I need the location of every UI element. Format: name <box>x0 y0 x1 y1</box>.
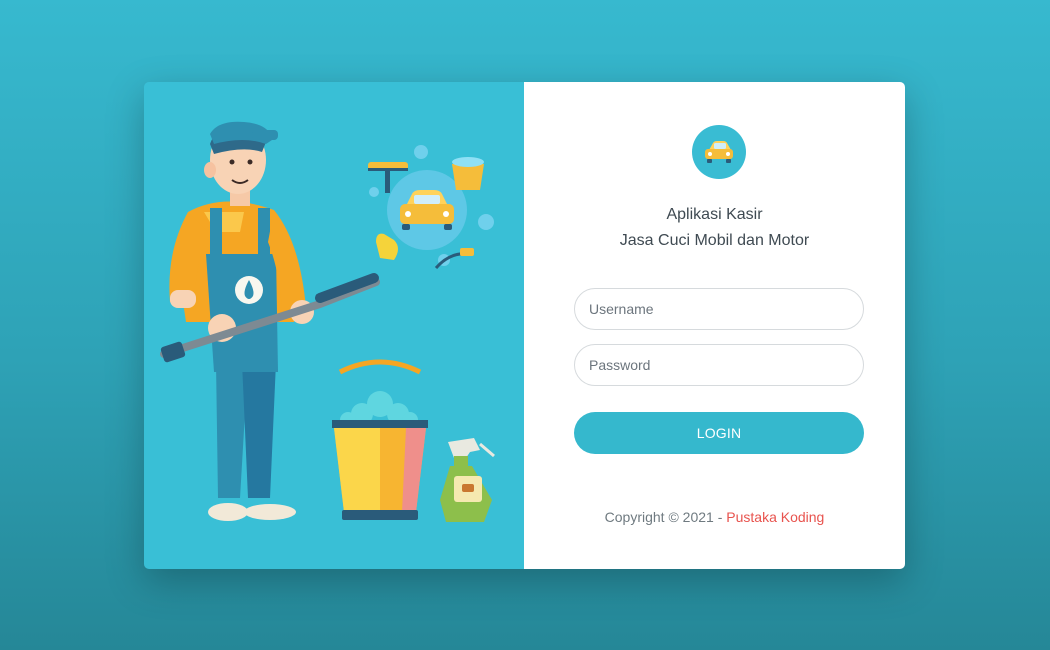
illustration-panel <box>144 82 524 569</box>
title-line-1: Aplikasi Kasir <box>666 206 763 223</box>
username-input[interactable] <box>574 288 864 330</box>
password-input[interactable] <box>574 344 864 386</box>
app-logo <box>692 125 746 179</box>
car-wash-icons-cluster <box>368 145 494 270</box>
login-button[interactable]: LOGIN <box>574 412 864 454</box>
bucket-icon <box>332 359 428 520</box>
spray-bottle-icon <box>440 438 495 522</box>
login-card: Aplikasi Kasir Jasa Cuci Mobil dan Motor… <box>144 82 905 569</box>
page-title: Aplikasi Kasir Jasa Cuci Mobil dan Motor <box>524 202 905 254</box>
car-wash-worker-illustration <box>160 121 495 522</box>
copyright-text: Copyright © 2021 - <box>604 509 727 525</box>
bucket-icon <box>452 157 484 190</box>
glove-icon <box>376 233 398 260</box>
title-line-2: Jasa Cuci Mobil dan Motor <box>619 232 810 249</box>
login-panel: Aplikasi Kasir Jasa Cuci Mobil dan Motor… <box>524 82 905 569</box>
car-icon <box>705 141 733 163</box>
pustaka-koding-link[interactable]: Pustaka Koding <box>726 509 824 525</box>
copyright-footer: Copyright © 2021 - Pustaka Koding <box>524 509 905 525</box>
